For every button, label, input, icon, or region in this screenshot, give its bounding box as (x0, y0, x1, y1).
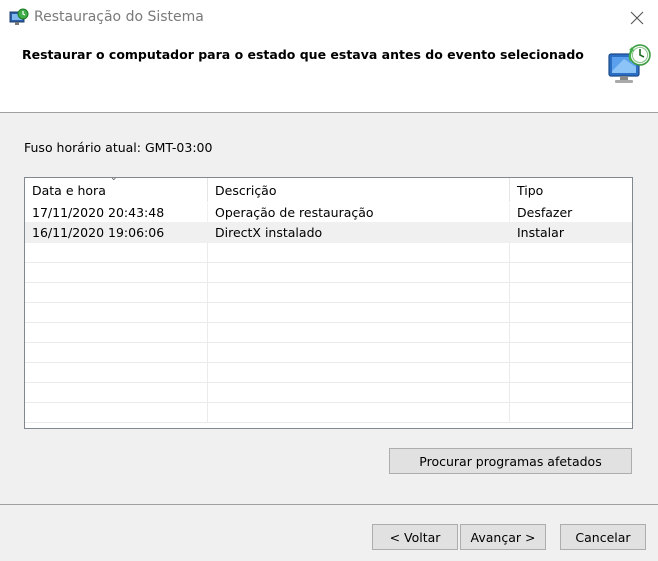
empty-cell (510, 383, 631, 402)
row-description: DirectX instalado (208, 223, 510, 242)
close-icon (630, 11, 644, 25)
empty-cell (510, 343, 631, 362)
row-type: Instalar (517, 225, 564, 240)
empty-cell (25, 363, 208, 382)
system-restore-icon (9, 8, 29, 28)
system-restore-monitor-icon (606, 42, 652, 86)
empty-cell (208, 303, 510, 322)
list-row[interactable]: 17/11/2020 20:43:48 Operação de restaura… (25, 203, 632, 223)
empty-cell (510, 283, 631, 302)
footer-divider (0, 504, 658, 505)
empty-cell (208, 263, 510, 282)
column-header-date-label: Data e hora (32, 183, 106, 198)
column-header-type-label: Tipo (517, 183, 544, 198)
empty-cell (208, 323, 510, 342)
back-button[interactable]: < Voltar (372, 524, 458, 550)
empty-cell (25, 303, 208, 322)
empty-cell (208, 283, 510, 302)
empty-cell (208, 363, 510, 382)
empty-cell (25, 403, 208, 422)
empty-cell (25, 283, 208, 302)
list-rows: 17/11/2020 20:43:48 Operação de restaura… (25, 203, 632, 423)
empty-row (25, 343, 632, 363)
empty-cell (510, 363, 631, 382)
scan-affected-programs-button[interactable]: Procurar programas afetados (389, 448, 632, 474)
empty-row (25, 263, 632, 283)
empty-cell (510, 243, 631, 262)
cancel-button[interactable]: Cancelar (560, 524, 646, 550)
header-area: Restauração do Sistema Restaurar o compu… (0, 0, 658, 113)
row-type: Desfazer (517, 205, 573, 220)
empty-cell (510, 403, 631, 422)
column-header-description[interactable]: Descrição (208, 178, 510, 202)
next-button[interactable]: Avançar > (460, 524, 546, 550)
empty-cell (208, 383, 510, 402)
column-header-description-label: Descrição (215, 183, 277, 198)
row-date: 17/11/2020 20:43:48 (25, 203, 208, 222)
timezone-label: Fuso horário atual: GMT-03:00 (24, 140, 213, 155)
empty-cell (25, 383, 208, 402)
empty-row (25, 383, 632, 403)
empty-cell (208, 343, 510, 362)
empty-cell (208, 243, 510, 262)
empty-row (25, 403, 632, 423)
empty-row (25, 243, 632, 263)
empty-cell (25, 323, 208, 342)
system-restore-window: Restauração do Sistema Restaurar o compu… (0, 0, 658, 561)
close-button[interactable] (620, 4, 654, 32)
page-title: Restaurar o computador para o estado que… (22, 47, 584, 62)
list-row-selected[interactable]: 16/11/2020 19:06:06 DirectX instalado In… (25, 223, 632, 243)
empty-cell (25, 263, 208, 282)
empty-row (25, 283, 632, 303)
row-description: Operação de restauração (208, 203, 510, 222)
empty-row (25, 363, 632, 383)
column-header-type[interactable]: Tipo (510, 178, 631, 202)
empty-cell (208, 403, 510, 422)
column-header-date[interactable]: ⌄ Data e hora (25, 178, 208, 202)
empty-cell (25, 243, 208, 262)
empty-row (25, 303, 632, 323)
empty-cell (510, 323, 631, 342)
list-header: ⌄ Data e hora Descrição Tipo (25, 178, 632, 202)
sort-descending-icon: ⌄ (110, 177, 118, 183)
empty-cell (510, 263, 631, 282)
row-date: 16/11/2020 19:06:06 (25, 223, 208, 242)
empty-cell (25, 343, 208, 362)
window-title: Restauração do Sistema (34, 9, 204, 25)
restore-points-list[interactable]: ⌄ Data e hora Descrição Tipo 17/11/2020 … (24, 177, 633, 429)
empty-cell (510, 303, 631, 322)
empty-row (25, 323, 632, 343)
